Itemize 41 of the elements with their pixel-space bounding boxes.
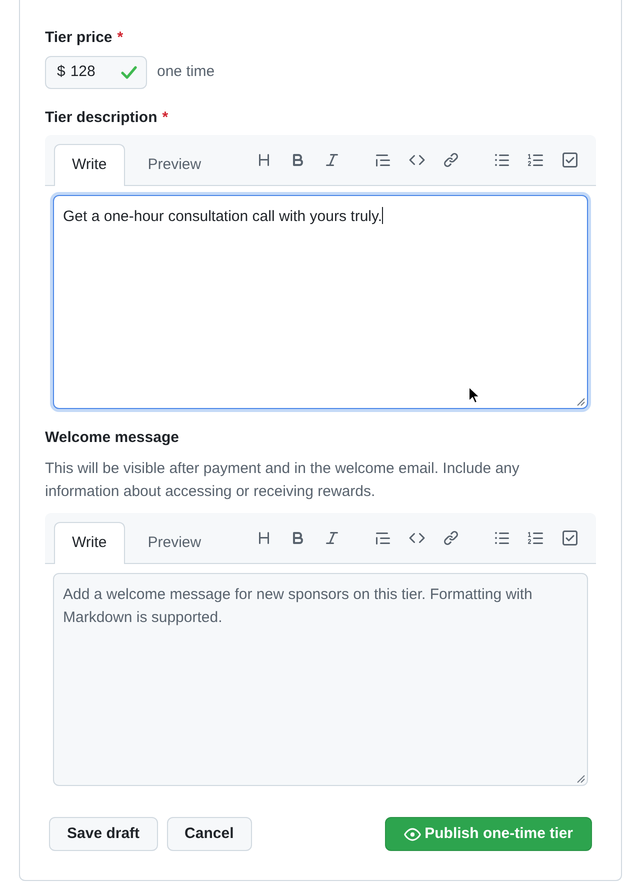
mouse-pointer-icon xyxy=(468,386,480,404)
description-field[interactable]: Get a one-hour consultation call with yours truly. xyxy=(53,195,588,409)
task-list-icon[interactable] xyxy=(562,152,578,168)
secondary-button[interactable]: Cancel xyxy=(166,817,252,851)
italic-icon[interactable] xyxy=(324,530,340,546)
bulleted-list-icon[interactable] xyxy=(494,530,510,546)
field-description: This will be visible after payment and in the welcome email. Include any information about accessing or receiving rewards. xyxy=(45,459,520,502)
required-mark: * xyxy=(117,28,124,48)
editor-tab[interactable]: Write xyxy=(54,144,125,186)
eye-icon xyxy=(404,826,421,842)
editor-tab[interactable]: Preview xyxy=(130,144,220,186)
link-icon[interactable] xyxy=(443,530,459,546)
heading-icon[interactable] xyxy=(256,530,272,546)
price-value: 128 xyxy=(70,62,96,82)
editor-tab[interactable]: Preview xyxy=(130,522,220,564)
field-label: Tier price xyxy=(45,28,112,48)
bulleted-list-icon[interactable] xyxy=(494,152,510,168)
bold-icon[interactable] xyxy=(290,152,306,168)
task-list-icon[interactable] xyxy=(562,530,578,546)
welcome-message-field[interactable]: Add a welcome message for new sponsors on this tier. Formatting with Markdown is supported. xyxy=(53,573,588,786)
resize-handle-icon[interactable] xyxy=(576,774,585,783)
numbered-list-icon[interactable] xyxy=(528,530,544,546)
italic-icon[interactable] xyxy=(324,152,340,168)
currency-symbol: $ xyxy=(57,62,66,82)
code-icon[interactable] xyxy=(409,152,425,168)
secondary-button[interactable]: Save draft xyxy=(49,817,158,851)
price-suffix: one time xyxy=(157,62,215,82)
text-cursor-icon xyxy=(382,207,384,224)
resize-handle-icon[interactable] xyxy=(576,397,585,406)
code-icon[interactable] xyxy=(409,530,425,546)
field-label: Tier description xyxy=(45,108,158,128)
quote-icon[interactable] xyxy=(375,530,391,546)
numbered-list-icon[interactable] xyxy=(528,152,544,168)
bold-icon[interactable] xyxy=(290,530,306,546)
quote-icon[interactable] xyxy=(375,152,391,168)
required-mark: * xyxy=(162,108,168,128)
editor-tab[interactable]: Write xyxy=(54,522,125,564)
price-field[interactable]: $ 128 xyxy=(45,56,147,89)
link-icon[interactable] xyxy=(443,152,459,168)
heading-icon[interactable] xyxy=(256,152,272,168)
field-label: Welcome message xyxy=(45,428,179,448)
